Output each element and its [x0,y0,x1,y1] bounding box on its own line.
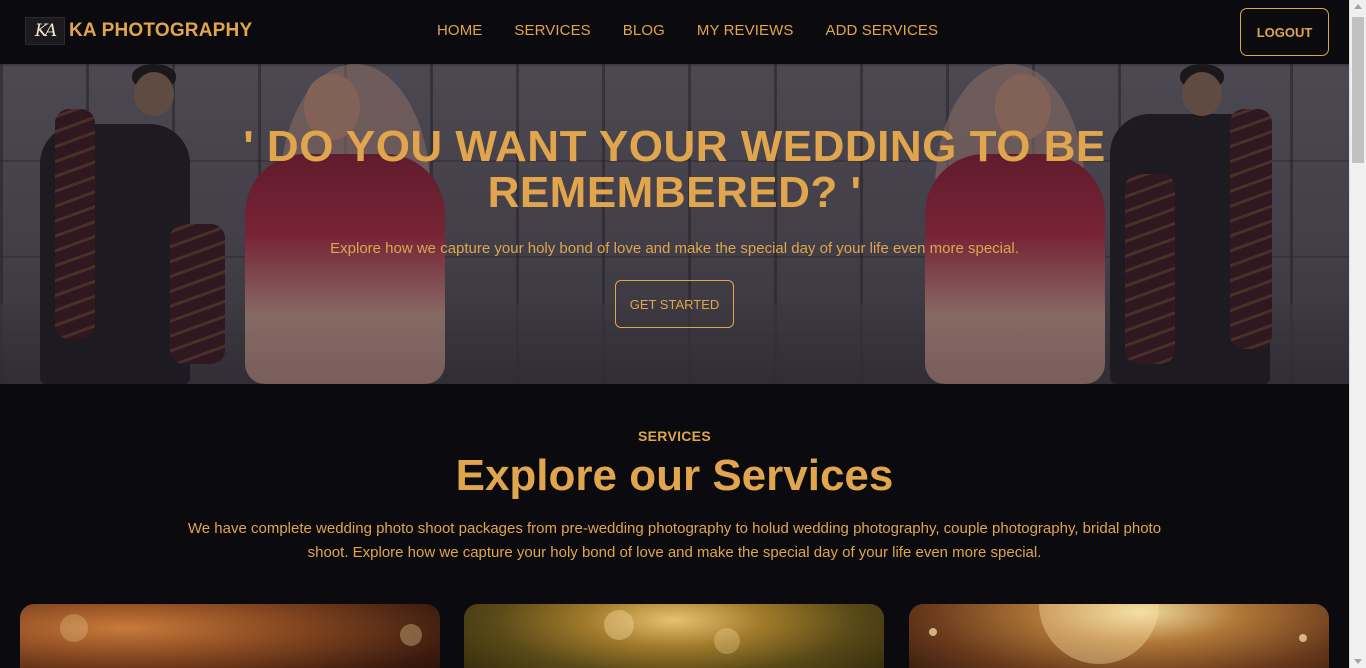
bokeh-light [400,624,422,646]
services-header: SERVICES Explore our Services [0,428,1349,502]
services-eyebrow: SERVICES [638,428,711,444]
ceiling-light [929,628,937,636]
nav-link-add-services[interactable]: ADD SERVICES [825,22,938,39]
hero-title-line-1: ' DO YOU WANT YOUR WEDDING TO BE [243,122,1106,171]
bokeh-light [60,614,88,642]
scroll-down-arrow-icon[interactable] [1354,659,1362,664]
brand[interactable]: KA KA PHOTOGRAPHY [25,17,252,45]
bokeh-light [714,628,740,654]
hero-title: ' DO YOU WANT YOUR WEDDING TO BE REMEMBE… [0,124,1349,216]
get-started-button[interactable]: GET STARTED [615,280,734,328]
nav-links: HOME SERVICES BLOG MY REVIEWS ADD SERVIC… [437,22,970,39]
ceiling-light [1299,634,1307,642]
service-card-3-image[interactable] [909,604,1329,668]
hero-content: ' DO YOU WANT YOUR WEDDING TO BE REMEMBE… [0,64,1349,384]
services-description: We have complete wedding photo shoot pac… [187,520,1162,561]
services-title: Explore our Services [455,451,894,500]
chandelier [1039,604,1159,664]
nav-link-services[interactable]: SERVICES [514,22,590,39]
brand-logo[interactable]: KA [25,17,65,45]
logout-button[interactable]: LOGOUT [1240,8,1329,56]
navbar: KA KA PHOTOGRAPHY HOME SERVICES BLOG MY … [0,0,1349,64]
scrollbar-thumb[interactable] [1352,17,1364,163]
nav-link-home[interactable]: HOME [437,22,482,39]
nav-link-my-reviews[interactable]: MY REVIEWS [697,22,794,39]
service-card-1-image[interactable] [20,604,440,668]
nav-link-blog[interactable]: BLOG [623,22,665,39]
hero-subtitle: Explore how we capture your holy bond of… [330,240,1019,257]
bokeh-light [604,610,634,640]
hero-banner: ' DO YOU WANT YOUR WEDDING TO BE REMEMBE… [0,64,1349,384]
brand-name[interactable]: KA PHOTOGRAPHY [69,20,252,42]
hero-title-line-2: REMEMBERED? ' [487,168,862,217]
scroll-up-arrow-icon[interactable] [1354,4,1362,9]
page: KA KA PHOTOGRAPHY HOME SERVICES BLOG MY … [0,0,1349,668]
service-card-2-image[interactable] [464,604,884,668]
page-scrollbar[interactable] [1349,0,1366,668]
